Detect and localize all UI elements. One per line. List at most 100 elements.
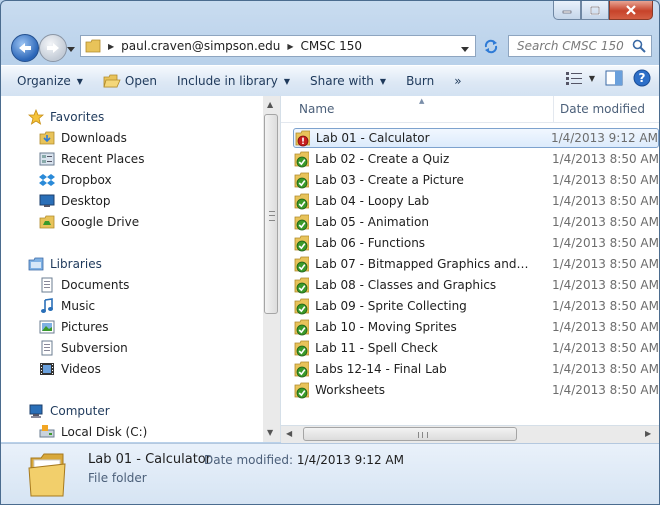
file-date: 1/4/2013 8:50 AM [551, 341, 659, 355]
maximize-button[interactable] [581, 1, 609, 20]
nav-item-label: Recent Places [61, 151, 145, 166]
recent-places-icon [39, 152, 55, 165]
scrollbar-thumb[interactable] [264, 114, 278, 314]
folder-synced-icon [294, 382, 310, 399]
file-row[interactable]: Lab 08 - Classes and Graphics 1/4/2013 8:… [293, 275, 659, 295]
include-in-library-label: Include in library [176, 74, 278, 88]
nav-favorites-label: Favorites [50, 109, 105, 124]
file-row[interactable]: Lab 10 - Moving Sprites 1/4/2013 8:50 AM [293, 317, 659, 337]
column-date-modified[interactable]: Date modified [554, 96, 645, 122]
chevron-down-icon [67, 47, 75, 52]
scroll-down-icon[interactable]: ▼ [267, 428, 273, 437]
file-row[interactable]: Lab 02 - Create a Quiz 1/4/2013 8:50 AM [293, 149, 659, 169]
command-bar: Organize ▼ Open Include in library ▼ Sha… [1, 65, 659, 97]
file-row[interactable]: Lab 06 - Functions 1/4/2013 8:50 AM [293, 233, 659, 253]
breadcrumb-separator-icon[interactable]: ▶ [287, 42, 293, 51]
file-name: Lab 04 - Loopy Lab [315, 194, 430, 208]
file-date: 1/4/2013 8:50 AM [551, 194, 659, 208]
file-row[interactable]: Lab 11 - Spell Check 1/4/2013 8:50 AM [293, 338, 659, 358]
nav-item-desktop[interactable]: Desktop [1, 190, 263, 211]
window-controls [553, 1, 653, 20]
file-row[interactable]: Lab 01 - Calculator 1/4/2013 9:12 AM [293, 128, 659, 148]
burn-button[interactable]: Burn [396, 69, 444, 93]
nav-item-recent-places[interactable]: Recent Places [1, 148, 263, 169]
organize-menu[interactable]: Organize ▼ [1, 69, 93, 93]
file-name: Lab 06 - Functions [315, 236, 426, 250]
address-bar[interactable]: ▶ paul.craven@simpson.edu ▶ CMSC 150 [80, 35, 476, 57]
nav-item-pictures[interactable]: Pictures [1, 316, 263, 337]
nav-item-downloads[interactable]: Downloads [1, 127, 263, 148]
computer-icon [29, 404, 43, 418]
file-name: Lab 01 - Calculator [315, 131, 430, 145]
nav-item-label: Documents [61, 277, 130, 292]
file-row[interactable]: Lab 07 - Bitmapped Graphics and User C..… [293, 254, 659, 274]
file-row[interactable]: Lab 03 - Create a Picture 1/4/2013 8:50 A… [293, 170, 659, 190]
search-box[interactable] [508, 35, 652, 57]
file-row[interactable]: Lab 04 - Loopy Lab 1/4/2013 8:50 AM [293, 191, 659, 211]
scrollbar-thumb[interactable] [303, 427, 517, 441]
file-date: 1/4/2013 8:50 AM [551, 152, 659, 166]
column-name[interactable]: Name [281, 96, 554, 122]
column-header: Name Date modified [281, 96, 659, 123]
file-name: Lab 02 - Create a Quiz [315, 152, 450, 166]
nav-item-label: Dropbox [61, 172, 112, 187]
pictures-icon [39, 320, 55, 333]
file-name: Lab 11 - Spell Check [315, 341, 438, 355]
file-name: Labs 12-14 - Final Lab [315, 362, 447, 376]
scroll-up-icon[interactable]: ▲ [267, 100, 273, 109]
breadcrumb-folder[interactable]: CMSC 150 [301, 39, 362, 53]
nav-item-documents[interactable]: Documents [1, 274, 263, 295]
file-row[interactable]: Labs 12-14 - Final Lab 1/4/2013 8:50 AM [293, 359, 659, 379]
breadcrumb-account[interactable]: paul.craven@simpson.edu [121, 39, 280, 53]
file-date: 1/4/2013 8:50 AM [551, 173, 659, 187]
address-dropdown-button[interactable] [461, 42, 469, 56]
folder-synced-icon [294, 235, 310, 252]
search-icon[interactable] [632, 39, 646, 53]
file-row[interactable]: Lab 09 - Sprite Collecting 1/4/2013 8:50 … [293, 296, 659, 316]
recent-pages-dropdown[interactable] [67, 42, 75, 56]
scroll-left-icon[interactable]: ◀ [286, 429, 292, 438]
organize-label: Organize [17, 74, 71, 88]
minimize-button[interactable] [553, 1, 581, 20]
nav-favorites[interactable]: Favorites [1, 106, 263, 127]
more-label: » [454, 74, 462, 88]
more-commands-button[interactable]: » [444, 69, 471, 93]
close-button[interactable] [609, 1, 653, 20]
date-modified-label: Date modified: [204, 453, 294, 467]
nav-item-subversion[interactable]: Subversion [1, 337, 263, 358]
share-with-menu[interactable]: Share with ▼ [300, 69, 396, 93]
navigation-pane-scrollbar[interactable]: ▲ ▼ [263, 96, 281, 442]
file-name: Lab 08 - Classes and Graphics [315, 278, 497, 292]
nav-item-music[interactable]: Music [1, 295, 263, 316]
include-in-library-menu[interactable]: Include in library ▼ [167, 69, 300, 93]
folder-synced-icon [294, 151, 310, 168]
nav-computer[interactable]: Computer [1, 400, 263, 421]
change-view-button[interactable]: ▼ [565, 71, 595, 85]
preview-pane-icon[interactable] [605, 70, 623, 86]
nav-item-videos[interactable]: Videos [1, 358, 263, 379]
help-icon[interactable]: ? [633, 69, 651, 87]
documents-icon [41, 277, 53, 292]
nav-item-dropbox[interactable]: Dropbox [1, 169, 263, 190]
file-date: 1/4/2013 8:50 AM [551, 362, 659, 376]
forward-button[interactable] [39, 34, 67, 62]
refresh-button[interactable] [478, 35, 504, 57]
folder-conflict-icon [295, 130, 310, 147]
music-icon [41, 297, 53, 313]
nav-libraries[interactable]: Libraries [1, 253, 263, 274]
maximize-icon [590, 5, 600, 15]
address-row: ▶ paul.craven@simpson.edu ▶ CMSC 150 [1, 31, 659, 63]
file-name: Lab 09 - Sprite Collecting [315, 299, 467, 313]
scroll-right-icon[interactable]: ▶ [645, 429, 651, 438]
file-row[interactable]: Worksheets 1/4/2013 8:50 AM [293, 380, 659, 400]
search-input[interactable] [515, 38, 631, 54]
file-row[interactable]: Lab 05 - Animation 1/4/2013 8:50 AM [293, 212, 659, 232]
breadcrumb-separator-icon[interactable]: ▶ [108, 42, 114, 51]
nav-item-google-drive[interactable]: Google Drive [1, 211, 263, 232]
file-date: 1/4/2013 8:50 AM [551, 383, 659, 397]
file-list-horizontal-scrollbar[interactable]: ◀ ▶ [281, 425, 659, 443]
open-button[interactable]: Open [93, 69, 167, 93]
back-button[interactable] [11, 34, 39, 62]
date-modified-value: 1/4/2013 9:12 AM [296, 453, 404, 467]
nav-item-local-disk[interactable]: Local Disk (C:) [1, 421, 263, 442]
